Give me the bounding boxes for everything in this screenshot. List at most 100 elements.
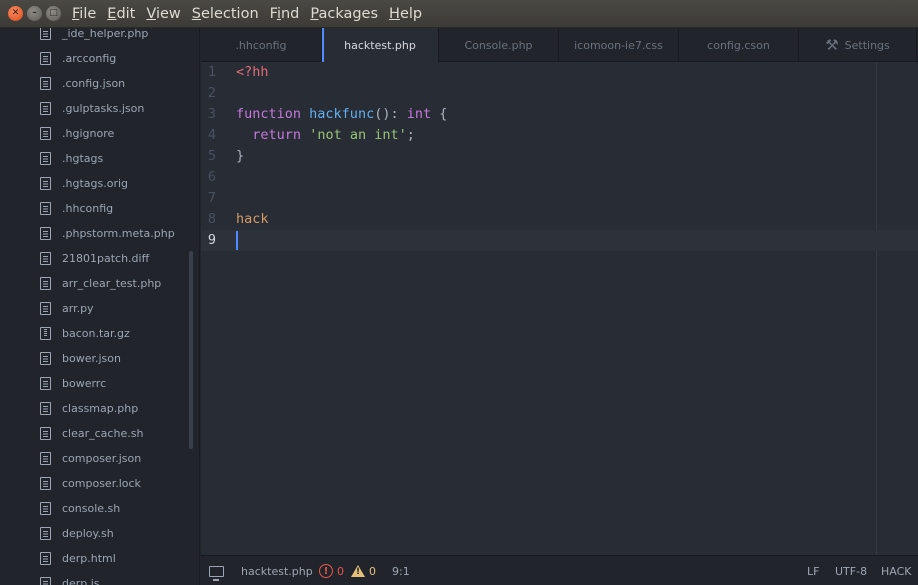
menu-view[interactable]: View bbox=[146, 0, 180, 28]
file-text-icon bbox=[40, 277, 51, 290]
file-zip-icon bbox=[40, 327, 51, 340]
line-number: 4 bbox=[207, 127, 216, 143]
line-number: 7 bbox=[207, 190, 216, 206]
close-window-button[interactable]: ✕ bbox=[8, 6, 23, 21]
tree-file-item[interactable]: composer.lock bbox=[0, 471, 190, 496]
grammar-selector[interactable]: HACK bbox=[881, 556, 912, 585]
tab-hhconfig[interactable]: .hhconfig bbox=[201, 28, 322, 62]
tree-file-item[interactable]: derp.html bbox=[0, 546, 190, 571]
tab-config-cson[interactable]: config.cson bbox=[679, 28, 799, 62]
code-line[interactable]: 9 bbox=[201, 230, 918, 251]
tab-hacktest-php[interactable]: hacktest.php bbox=[322, 28, 439, 62]
file-text-icon bbox=[40, 577, 51, 585]
tree-file-label: arr.py bbox=[62, 302, 94, 315]
tree-file-label: 21801patch.diff bbox=[62, 252, 150, 265]
tree-file-item[interactable]: 21801patch.diff bbox=[0, 246, 190, 271]
text-editor[interactable]: 1 <?hh 2 3 function hackfunc(): int {4 retur… bbox=[201, 62, 918, 555]
menu-packages[interactable]: Packages bbox=[310, 0, 378, 28]
tree-file-item[interactable]: .gulptasks.json bbox=[0, 96, 190, 121]
tree-file-item[interactable]: .hhconfig bbox=[0, 196, 190, 221]
tree-file-item[interactable]: composer.json bbox=[0, 446, 190, 471]
tab-label: Console.php bbox=[464, 38, 533, 52]
tab-console-php[interactable]: Console.php bbox=[439, 28, 559, 62]
tree-file-item[interactable]: bacon.tar.gz bbox=[0, 321, 190, 346]
file-text-icon bbox=[40, 352, 51, 365]
tree-file-item[interactable]: _ide_helper.php bbox=[0, 28, 190, 46]
status-file-name[interactable]: hacktest.php bbox=[241, 556, 313, 585]
code-line[interactable]: 5} bbox=[201, 146, 918, 167]
warning-icon bbox=[351, 565, 365, 577]
code-token: function bbox=[236, 106, 302, 122]
code-line[interactable]: 7 bbox=[201, 188, 918, 209]
tree-file-item[interactable]: .hgtags.orig bbox=[0, 171, 190, 196]
file-text-icon bbox=[40, 552, 51, 565]
tree-file-item[interactable]: bower.json bbox=[0, 346, 190, 371]
tree-file-item[interactable]: clear_cache.sh bbox=[0, 421, 190, 446]
code-token: hackfunc bbox=[309, 106, 375, 122]
tab-label: hacktest.php bbox=[344, 38, 416, 52]
menu-edit[interactable]: Edit bbox=[107, 0, 135, 28]
tools-icon: ⚒ bbox=[825, 36, 839, 54]
code-line[interactable]: 2 bbox=[201, 83, 918, 104]
tree-file-label: .config.json bbox=[62, 77, 126, 90]
tree-file-item[interactable]: .hgignore bbox=[0, 121, 190, 146]
menu-find[interactable]: Find bbox=[270, 0, 300, 28]
tree-file-label: .hgtags.orig bbox=[62, 177, 129, 190]
tree-file-item[interactable]: .hgtags bbox=[0, 146, 190, 171]
file-text-icon bbox=[40, 202, 51, 215]
code-text: hack bbox=[236, 209, 269, 230]
file-text-icon bbox=[40, 227, 51, 240]
linter-warnings[interactable]: 0 bbox=[351, 556, 376, 585]
maximize-window-button[interactable]: □ bbox=[46, 6, 61, 21]
file-text-icon bbox=[40, 502, 51, 515]
tree-file-label: _ide_helper.php bbox=[62, 28, 149, 40]
file-text-icon bbox=[40, 28, 51, 40]
warning-count: 0 bbox=[369, 564, 376, 578]
tree-file-item[interactable]: .phpstorm.meta.php bbox=[0, 221, 190, 246]
tree-file-item[interactable]: deploy.sh bbox=[0, 521, 190, 546]
tree-file-label: .arcconfig bbox=[62, 52, 117, 65]
tree-file-label: derp.js bbox=[62, 577, 100, 585]
code-token: int bbox=[406, 106, 432, 122]
tab-icomoon-ie7-css[interactable]: icomoon-ie7.css bbox=[559, 28, 679, 62]
tree-file-item[interactable]: bowerrc bbox=[0, 371, 190, 396]
minimize-window-button[interactable]: – bbox=[27, 6, 42, 21]
code-text: return 'not an int'; bbox=[236, 125, 415, 146]
tree-file-label: derp.html bbox=[62, 552, 116, 565]
file-text-icon bbox=[40, 102, 51, 115]
tree-file-item[interactable]: classmap.php bbox=[0, 396, 190, 421]
line-number: 8 bbox=[207, 211, 216, 227]
cursor-position[interactable]: 9:1 bbox=[392, 556, 410, 585]
tree-file-item[interactable]: console.sh bbox=[0, 496, 190, 521]
tab-label: config.cson bbox=[707, 38, 770, 52]
code-token: } bbox=[236, 148, 245, 164]
encoding-selector[interactable]: UTF-8 bbox=[835, 556, 867, 585]
code-token: 'not an int' bbox=[309, 127, 407, 143]
code-line[interactable]: 8 hack bbox=[201, 209, 918, 230]
tree-file-item[interactable]: .arcconfig bbox=[0, 46, 190, 71]
tree-file-label: deploy.sh bbox=[62, 527, 114, 540]
tree-file-item[interactable]: derp.js bbox=[0, 571, 190, 585]
toggle-tree-view-button[interactable] bbox=[209, 556, 224, 585]
line-number: 3 bbox=[207, 106, 216, 122]
tab-settings[interactable]: ⚒ Settings bbox=[799, 28, 917, 62]
menu-selection[interactable]: Selection bbox=[192, 0, 259, 28]
tree-file-label: bacon.tar.gz bbox=[62, 327, 130, 340]
code-line[interactable]: 6 bbox=[201, 167, 918, 188]
code-line[interactable]: 4 return 'not an int'; bbox=[201, 125, 918, 146]
tree-file-item[interactable]: arr.py bbox=[0, 296, 190, 321]
code-token: (): bbox=[374, 106, 407, 122]
linter-errors[interactable]: ! 0 bbox=[319, 556, 344, 585]
code-line[interactable]: 3 function hackfunc(): int { bbox=[201, 104, 918, 125]
code-line[interactable]: 1 <?hh bbox=[201, 62, 918, 83]
tree-file-item[interactable]: arr_clear_test.php bbox=[0, 271, 190, 296]
line-ending-label: LF bbox=[807, 564, 820, 578]
line-ending-selector[interactable]: LF bbox=[807, 556, 819, 585]
line-number: 2 bbox=[207, 85, 216, 101]
menu-help[interactable]: Help bbox=[389, 0, 422, 28]
tree-view-scrollbar[interactable] bbox=[189, 251, 193, 449]
menu-file[interactable]: File bbox=[72, 0, 96, 28]
tree-file-item[interactable]: .config.json bbox=[0, 71, 190, 96]
code-text: <?hh bbox=[236, 62, 269, 83]
